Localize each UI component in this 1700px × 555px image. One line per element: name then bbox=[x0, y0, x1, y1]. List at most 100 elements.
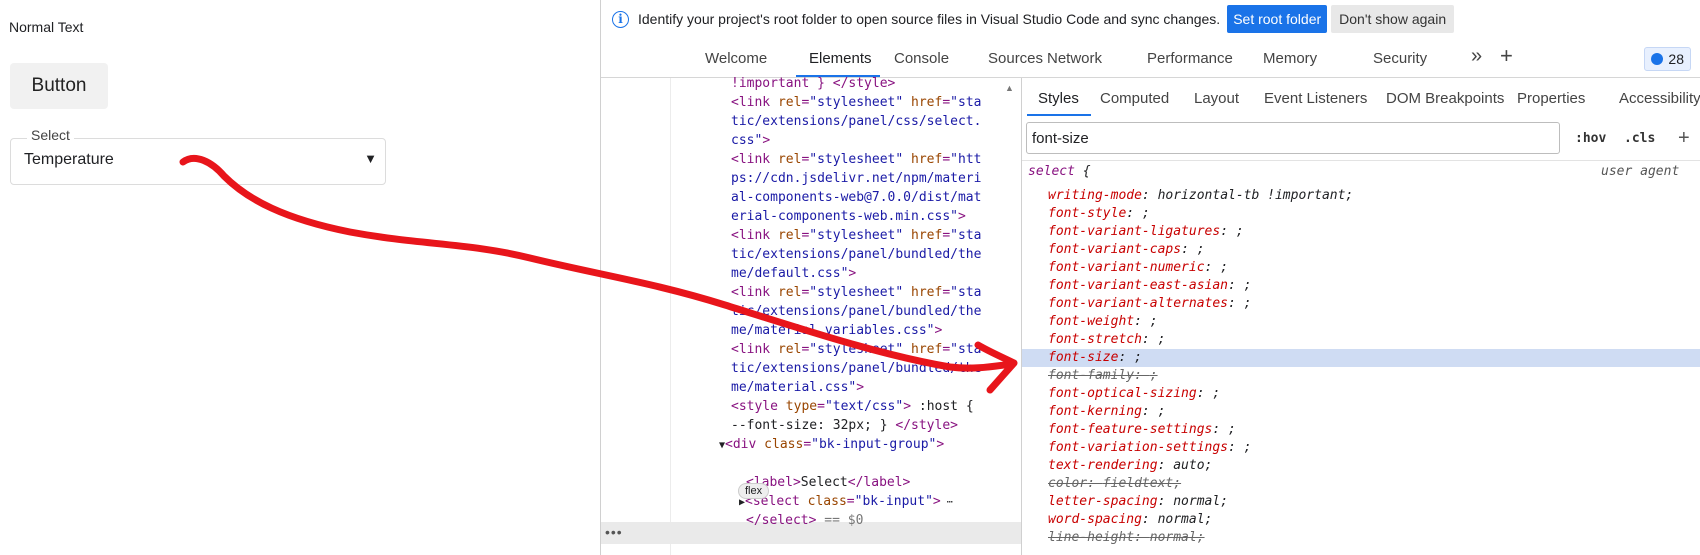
property-value[interactable]: ; bbox=[1244, 440, 1252, 455]
cls-toggle[interactable]: .cls bbox=[1624, 131, 1655, 146]
property-value[interactable]: fieldtext; bbox=[1103, 476, 1181, 491]
tab-network[interactable]: Network bbox=[1047, 50, 1102, 67]
tab-event-listeners[interactable]: Event Listeners bbox=[1264, 90, 1367, 107]
property-name[interactable]: font-variant-numeric bbox=[1048, 260, 1205, 275]
colon: : bbox=[1157, 458, 1174, 473]
hov-toggle[interactable]: :hov bbox=[1575, 131, 1606, 146]
property-value[interactable]: auto; bbox=[1173, 458, 1212, 473]
colon: : bbox=[1141, 188, 1158, 203]
tab-security[interactable]: Security bbox=[1373, 50, 1427, 67]
tab-console[interactable]: Console bbox=[894, 50, 949, 67]
css-declaration[interactable]: text-rendering: auto; bbox=[1022, 457, 1700, 475]
property-name[interactable]: font-variant-ligatures bbox=[1048, 224, 1220, 239]
add-tab-icon[interactable]: + bbox=[1500, 43, 1513, 69]
tab-performance[interactable]: Performance bbox=[1147, 50, 1233, 67]
tab-elements[interactable]: Elements bbox=[809, 50, 872, 67]
property-name[interactable]: line-height bbox=[1048, 530, 1134, 545]
css-declaration[interactable]: font-variant-east-asian: ; bbox=[1022, 277, 1700, 295]
styles-filter-input[interactable]: font-size bbox=[1026, 122, 1560, 154]
css-declaration[interactable]: word-spacing: normal; bbox=[1022, 511, 1700, 529]
css-declaration[interactable]: font-size: ; bbox=[1022, 349, 1700, 367]
select-field[interactable]: Select Temperature ▼ bbox=[10, 127, 386, 185]
property-value[interactable]: ; bbox=[1134, 350, 1142, 365]
css-declaration[interactable]: font-stretch: ; bbox=[1022, 331, 1700, 349]
property-name[interactable]: font-size bbox=[1048, 350, 1118, 365]
property-value[interactable]: normal; bbox=[1173, 494, 1228, 509]
property-value[interactable]: normal; bbox=[1158, 512, 1213, 527]
property-value[interactable]: ; bbox=[1158, 404, 1166, 419]
property-value[interactable]: ; bbox=[1236, 224, 1244, 239]
colon: : bbox=[1228, 296, 1244, 311]
property-value[interactable]: ; bbox=[1158, 332, 1166, 347]
property-name[interactable]: letter-spacing bbox=[1048, 494, 1158, 509]
devtools-panel: i Identify your project's root folder to… bbox=[600, 0, 1700, 555]
rendered-page: Normal Text Button Select Temperature ▼ bbox=[0, 0, 600, 555]
css-declaration[interactable]: writing-mode: horizontal-tb !important; bbox=[1022, 187, 1700, 205]
css-declaration[interactable]: letter-spacing: normal; bbox=[1022, 493, 1700, 511]
tab-sources[interactable]: Sources bbox=[988, 50, 1043, 67]
colon: : bbox=[1134, 368, 1150, 383]
property-name[interactable]: font-family bbox=[1048, 368, 1134, 383]
set-root-folder-button[interactable]: Set root folder bbox=[1227, 5, 1328, 33]
scroll-up-icon[interactable]: ▲ bbox=[1005, 83, 1014, 93]
css-declaration[interactable]: font-variation-settings: ; bbox=[1022, 439, 1700, 457]
property-value[interactable]: ; bbox=[1228, 422, 1236, 437]
flex-badge[interactable]: flex bbox=[738, 483, 770, 499]
issues-badge[interactable]: 28 bbox=[1644, 47, 1691, 71]
tab-dom-breakpoints[interactable]: DOM Breakpoints bbox=[1386, 90, 1504, 107]
devtools-tabbar: Welcome Elements Console Sources Network… bbox=[601, 40, 1700, 106]
property-name[interactable]: font-optical-sizing bbox=[1048, 386, 1197, 401]
new-rule-icon[interactable]: + bbox=[1678, 127, 1690, 150]
rule-selector[interactable]: select { bbox=[1028, 164, 1091, 179]
property-name[interactable]: font-kerning bbox=[1048, 404, 1142, 419]
css-declaration[interactable]: font-kerning: ; bbox=[1022, 403, 1700, 421]
tab-computed[interactable]: Computed bbox=[1100, 90, 1169, 107]
property-value[interactable]: ; bbox=[1142, 206, 1150, 221]
property-value[interactable]: ; bbox=[1150, 368, 1158, 383]
property-value[interactable]: ; bbox=[1197, 242, 1205, 257]
property-name[interactable]: word-spacing bbox=[1048, 512, 1142, 527]
property-value[interactable]: ; bbox=[1212, 386, 1220, 401]
dropdown-arrow-icon[interactable]: ▼ bbox=[364, 151, 377, 166]
css-declaration[interactable]: font-optical-sizing: ; bbox=[1022, 385, 1700, 403]
css-declaration[interactable]: font-weight: ; bbox=[1022, 313, 1700, 331]
property-name[interactable]: font-stretch bbox=[1048, 332, 1142, 347]
property-value[interactable]: ; bbox=[1220, 260, 1228, 275]
property-name[interactable]: text-rendering bbox=[1048, 458, 1158, 473]
property-name[interactable]: font-variation-settings bbox=[1048, 440, 1228, 455]
css-declaration[interactable]: color: fieldtext; bbox=[1022, 475, 1700, 493]
tab-memory[interactable]: Memory bbox=[1263, 50, 1317, 67]
tab-properties[interactable]: Properties bbox=[1517, 90, 1585, 107]
css-declaration[interactable]: font-variant-numeric: ; bbox=[1022, 259, 1700, 277]
property-name[interactable]: font-variant-caps bbox=[1048, 242, 1181, 257]
property-value[interactable]: ; bbox=[1150, 314, 1158, 329]
property-name[interactable]: font-weight bbox=[1048, 314, 1134, 329]
property-value[interactable]: normal; bbox=[1150, 530, 1205, 545]
tab-welcome[interactable]: Welcome bbox=[705, 50, 767, 67]
css-declaration[interactable]: font-variant-alternates: ; bbox=[1022, 295, 1700, 313]
property-name[interactable]: font-style bbox=[1048, 206, 1126, 221]
property-value[interactable]: ; bbox=[1244, 278, 1252, 293]
more-tabs-icon[interactable]: » bbox=[1471, 45, 1482, 68]
css-declaration[interactable]: font-variant-ligatures: ; bbox=[1022, 223, 1700, 241]
css-declaration[interactable]: font-style: ; bbox=[1022, 205, 1700, 223]
css-declaration[interactable]: line-height: normal; bbox=[1022, 529, 1700, 547]
more-actions-icon[interactable]: ••• bbox=[605, 524, 623, 540]
property-name[interactable]: writing-mode bbox=[1048, 188, 1142, 203]
property-value[interactable]: ; bbox=[1244, 296, 1252, 311]
property-value[interactable]: horizontal-tb !important; bbox=[1158, 188, 1354, 203]
css-declaration[interactable]: font-family: ; bbox=[1022, 367, 1700, 385]
tab-styles[interactable]: Styles bbox=[1038, 90, 1079, 107]
dont-show-again-button[interactable]: Don't show again bbox=[1331, 5, 1455, 33]
property-name[interactable]: font-variant-east-asian bbox=[1048, 278, 1228, 293]
css-declaration[interactable]: font-feature-settings: ; bbox=[1022, 421, 1700, 439]
property-name[interactable]: font-feature-settings bbox=[1048, 422, 1212, 437]
property-name[interactable]: color bbox=[1048, 476, 1087, 491]
select-value[interactable]: Temperature bbox=[24, 151, 114, 169]
property-name[interactable]: font-variant-alternates bbox=[1048, 296, 1228, 311]
colon: : bbox=[1126, 206, 1142, 221]
tab-layout[interactable]: Layout bbox=[1194, 90, 1239, 107]
tab-accessibility[interactable]: Accessibility bbox=[1619, 90, 1700, 107]
demo-button[interactable]: Button bbox=[10, 63, 108, 109]
css-declaration[interactable]: font-variant-caps: ; bbox=[1022, 241, 1700, 259]
